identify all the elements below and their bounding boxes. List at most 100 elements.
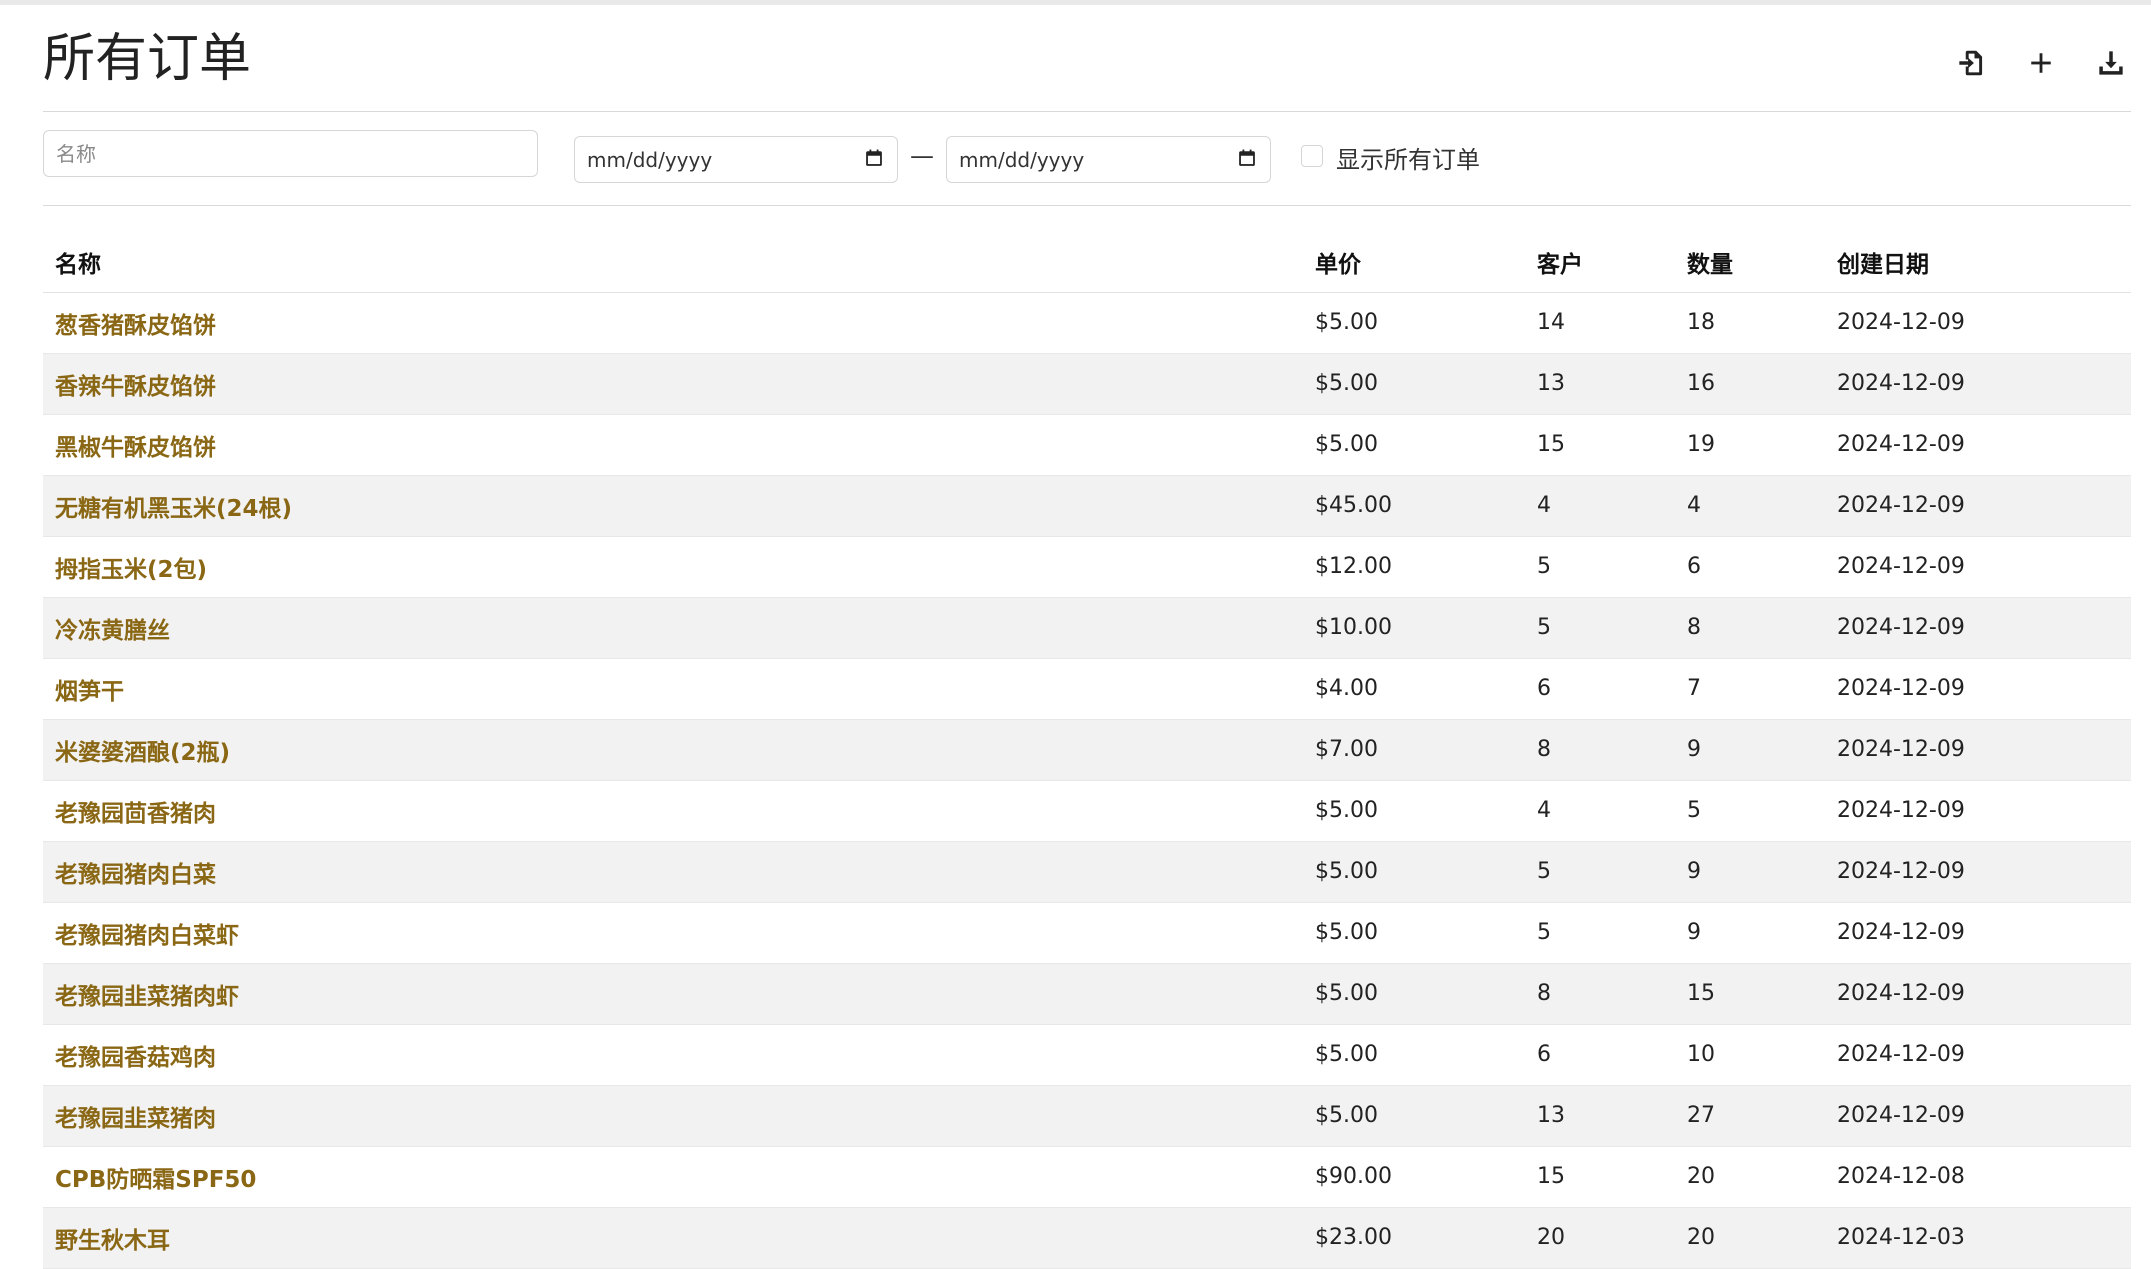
cell-price: $5.00 bbox=[1303, 414, 1525, 476]
product-link[interactable]: 葱香猪酥皮馅饼 bbox=[55, 313, 216, 339]
table-row[interactable]: 老豫园猪肉白菜 $5.00 5 9 2024-12-09 bbox=[43, 841, 2131, 903]
product-link[interactable]: 无糖有机黑玉米(24根) bbox=[55, 496, 292, 522]
table-row[interactable]: 野生秋木耳 $23.00 20 20 2024-12-03 bbox=[43, 1207, 2131, 1269]
cell-quantity: 20 bbox=[1675, 1146, 1825, 1208]
table-row[interactable]: 无糖有机黑玉米(24根) $45.00 4 4 2024-12-09 bbox=[43, 475, 2131, 537]
product-link[interactable]: 香辣牛酥皮馅饼 bbox=[55, 374, 216, 400]
show-all-checkbox[interactable] bbox=[1301, 145, 1323, 167]
cell-price: $5.00 bbox=[1303, 1085, 1525, 1147]
cell-created: 2024-12-09 bbox=[1825, 1085, 2131, 1147]
table-row[interactable]: 葱香猪酥皮馅饼 $5.00 14 18 2024-12-09 bbox=[43, 292, 2131, 354]
cell-quantity: 5 bbox=[1675, 780, 1825, 842]
table-row[interactable]: 烟笋干 $4.00 6 7 2024-12-09 bbox=[43, 658, 2131, 720]
cell-quantity: 16 bbox=[1675, 353, 1825, 415]
table-row[interactable]: 冷冻黄膳丝 $10.00 5 8 2024-12-09 bbox=[43, 597, 2131, 659]
cell-customers: 6 bbox=[1525, 658, 1675, 720]
cell-name: 烟笋干 bbox=[43, 658, 1303, 720]
cell-created: 2024-12-08 bbox=[1825, 1146, 2131, 1208]
table-row[interactable]: 老豫园韭菜猪肉 $5.00 13 27 2024-12-09 bbox=[43, 1085, 2131, 1147]
date-from-field[interactable]: mm/dd/yyyy bbox=[574, 136, 898, 183]
orders-page: 所有订单 bbox=[43, 5, 2131, 112]
cell-price: $5.00 bbox=[1303, 841, 1525, 903]
calendar-icon[interactable] bbox=[865, 149, 883, 171]
table-row[interactable]: 拇指玉米(2包) $12.00 5 6 2024-12-09 bbox=[43, 536, 2131, 598]
product-link[interactable]: 冷冻黄膳丝 bbox=[55, 618, 170, 644]
product-link[interactable]: 老豫园韭菜猪肉虾 bbox=[55, 984, 239, 1010]
table-row[interactable]: CPB防晒霜SPF50 $90.00 15 20 2024-12-08 bbox=[43, 1146, 2131, 1208]
cell-customers: 14 bbox=[1525, 292, 1675, 354]
cell-name: 黑椒牛酥皮馅饼 bbox=[43, 414, 1303, 476]
cell-price: $10.00 bbox=[1303, 597, 1525, 659]
table-row[interactable]: 老豫园猪肉白菜虾 $5.00 5 9 2024-12-09 bbox=[43, 902, 2131, 964]
product-link[interactable]: 拇指玉米(2包) bbox=[55, 557, 207, 583]
cell-customers: 5 bbox=[1525, 841, 1675, 903]
cell-created: 2024-12-09 bbox=[1825, 353, 2131, 415]
table-row[interactable]: 老豫园香菇鸡肉 $5.00 6 10 2024-12-09 bbox=[43, 1024, 2131, 1086]
product-link[interactable]: 老豫园猪肉白菜虾 bbox=[55, 923, 239, 949]
column-header-price[interactable]: 单价 bbox=[1303, 232, 1525, 293]
cell-name: 老豫园猪肉白菜 bbox=[43, 841, 1303, 903]
cell-name: 无糖有机黑玉米(24根) bbox=[43, 475, 1303, 537]
cell-customers: 8 bbox=[1525, 719, 1675, 781]
cell-created: 2024-12-09 bbox=[1825, 1024, 2131, 1086]
show-all-label[interactable]: 显示所有订单 bbox=[1336, 140, 1480, 175]
cell-quantity: 18 bbox=[1675, 292, 1825, 354]
product-link[interactable]: 老豫园猪肉白菜 bbox=[55, 862, 216, 888]
date-to-text: mm/dd/yyyy bbox=[959, 147, 1085, 172]
column-header-name[interactable]: 名称 bbox=[43, 232, 1303, 293]
product-link[interactable]: 老豫园香菇鸡肉 bbox=[55, 1045, 216, 1071]
filters-divider bbox=[43, 205, 2131, 206]
product-link[interactable]: CPB防晒霜SPF50 bbox=[55, 1167, 256, 1193]
cell-quantity: 9 bbox=[1675, 902, 1825, 964]
cell-quantity: 27 bbox=[1675, 1085, 1825, 1147]
product-link[interactable]: 米婆婆酒酿(2瓶) bbox=[55, 740, 230, 766]
cell-price: $45.00 bbox=[1303, 475, 1525, 537]
cell-quantity: 19 bbox=[1675, 414, 1825, 476]
cell-quantity: 9 bbox=[1675, 719, 1825, 781]
cell-customers: 5 bbox=[1525, 902, 1675, 964]
cell-created: 2024-12-09 bbox=[1825, 780, 2131, 842]
column-header-created[interactable]: 创建日期 bbox=[1825, 232, 2131, 293]
add-button[interactable] bbox=[2021, 43, 2061, 83]
calendar-icon[interactable] bbox=[1238, 149, 1256, 171]
cell-price: $5.00 bbox=[1303, 780, 1525, 842]
orders-table: 名称 单价 客户 数量 创建日期 葱香猪酥皮馅饼 $5.00 14 18 202… bbox=[43, 232, 2131, 1269]
import-button[interactable] bbox=[1951, 43, 1991, 83]
table-row[interactable]: 香辣牛酥皮馅饼 $5.00 13 16 2024-12-09 bbox=[43, 353, 2131, 415]
cell-quantity: 8 bbox=[1675, 597, 1825, 659]
table-row[interactable]: 老豫园韭菜猪肉虾 $5.00 8 15 2024-12-09 bbox=[43, 963, 2131, 1025]
cell-name: 葱香猪酥皮馅饼 bbox=[43, 292, 1303, 354]
product-link[interactable]: 烟笋干 bbox=[55, 679, 124, 705]
table-row[interactable]: 米婆婆酒酿(2瓶) $7.00 8 9 2024-12-09 bbox=[43, 719, 2131, 781]
table-row[interactable]: 老豫园茴香猪肉 $5.00 4 5 2024-12-09 bbox=[43, 780, 2131, 842]
download-button[interactable] bbox=[2091, 43, 2131, 83]
cell-created: 2024-12-09 bbox=[1825, 292, 2131, 354]
cell-name: 老豫园猪肉白菜虾 bbox=[43, 902, 1303, 964]
cell-price: $4.00 bbox=[1303, 658, 1525, 720]
table-row[interactable]: 黑椒牛酥皮馅饼 $5.00 15 19 2024-12-09 bbox=[43, 414, 2131, 476]
column-header-customers[interactable]: 客户 bbox=[1525, 232, 1675, 293]
file-import-icon bbox=[1957, 49, 1985, 77]
cell-quantity: 15 bbox=[1675, 963, 1825, 1025]
cell-created: 2024-12-09 bbox=[1825, 536, 2131, 598]
cell-quantity: 4 bbox=[1675, 475, 1825, 537]
product-link[interactable]: 野生秋木耳 bbox=[55, 1228, 170, 1254]
cell-price: $12.00 bbox=[1303, 536, 1525, 598]
cell-created: 2024-12-09 bbox=[1825, 597, 2131, 659]
cell-name: 老豫园韭菜猪肉 bbox=[43, 1085, 1303, 1147]
cell-price: $5.00 bbox=[1303, 1024, 1525, 1086]
cell-created: 2024-12-09 bbox=[1825, 658, 2131, 720]
cell-price: $90.00 bbox=[1303, 1146, 1525, 1208]
cell-customers: 20 bbox=[1525, 1207, 1675, 1269]
product-link[interactable]: 黑椒牛酥皮馅饼 bbox=[55, 435, 216, 461]
cell-quantity: 7 bbox=[1675, 658, 1825, 720]
cell-name: CPB防晒霜SPF50 bbox=[43, 1146, 1303, 1208]
date-to-field[interactable]: mm/dd/yyyy bbox=[946, 136, 1271, 183]
product-link[interactable]: 老豫园韭菜猪肉 bbox=[55, 1106, 216, 1132]
name-search-input[interactable] bbox=[43, 130, 538, 177]
column-header-quantity[interactable]: 数量 bbox=[1675, 232, 1825, 293]
cell-created: 2024-12-09 bbox=[1825, 963, 2131, 1025]
date-from-text: mm/dd/yyyy bbox=[587, 147, 713, 172]
product-link[interactable]: 老豫园茴香猪肉 bbox=[55, 801, 216, 827]
cell-customers: 5 bbox=[1525, 597, 1675, 659]
